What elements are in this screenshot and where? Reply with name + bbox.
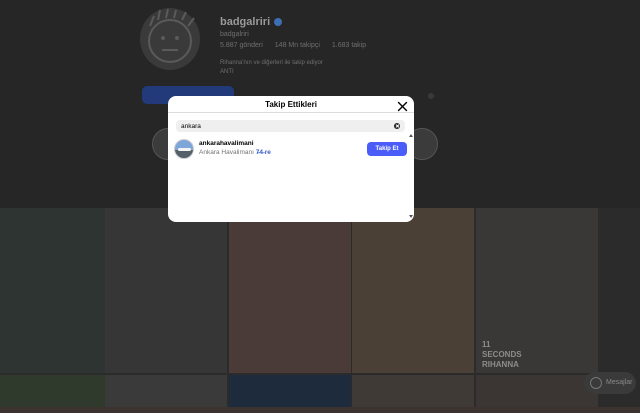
result-extra-mark: 7̶4̶ re xyxy=(255,149,271,156)
result-display-name: Ankara Havalimanı 7̶4̶ re xyxy=(199,149,271,156)
following-dialog: Takip Ettikleri ankarahavalimani Ankara … xyxy=(168,96,414,222)
result-username[interactable]: ankarahavalimani xyxy=(199,140,254,147)
dialog-title: Takip Ettikleri xyxy=(265,100,317,109)
avatar-ground xyxy=(175,150,193,158)
following-list-item[interactable]: ankarahavalimani Ankara Havalimanı 7̶4̶ … xyxy=(174,138,407,160)
airplane-icon xyxy=(178,148,191,151)
result-display-name-text: Ankara Havalimanı xyxy=(199,149,254,156)
search-input[interactable] xyxy=(181,120,381,132)
close-icon[interactable] xyxy=(397,99,408,112)
scroll-down-arrow-icon[interactable] xyxy=(409,215,413,218)
result-avatar[interactable] xyxy=(174,139,194,159)
search-box xyxy=(176,120,405,132)
dialog-scrollbar[interactable] xyxy=(409,134,413,218)
scroll-up-arrow-icon[interactable] xyxy=(409,134,413,137)
follow-button[interactable]: Takip Et xyxy=(367,142,407,156)
dialog-header: Takip Ettikleri xyxy=(168,96,414,113)
clear-search-icon[interactable] xyxy=(394,123,400,129)
